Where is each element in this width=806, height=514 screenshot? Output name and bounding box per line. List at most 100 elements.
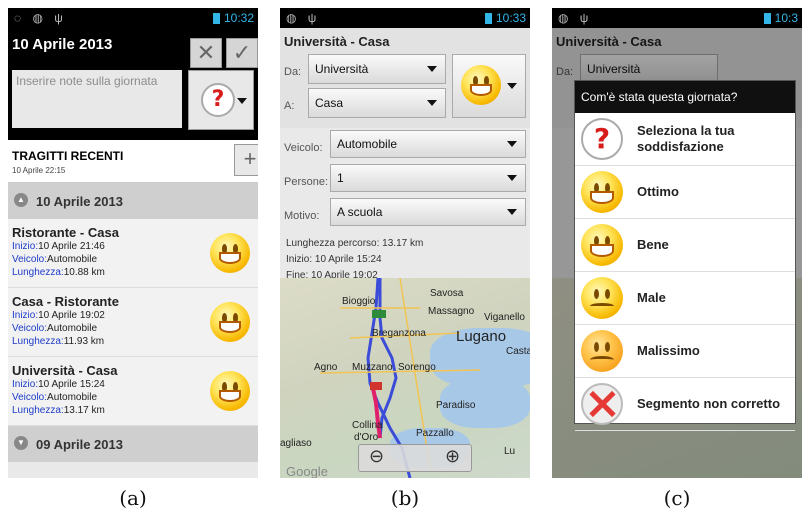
trip-start: Inizio:10 Aprile 21:46 — [12, 241, 105, 252]
screen-trip-detail: ◍ ψ 10:33 Università - Casa Da: Universi… — [280, 8, 530, 478]
dialog-title: Com'è stata questa giornata? — [575, 81, 795, 113]
mood-option[interactable]: Ottimo — [575, 166, 795, 219]
start-label: Inizio: — [12, 310, 39, 321]
smiley-smile-icon — [581, 224, 623, 266]
notification-icons: ◌ ◍ ψ — [14, 11, 67, 25]
map-label: Viganello — [484, 312, 525, 323]
recent-title: TRAGITTI RECENTI — [12, 149, 124, 163]
trip-start: Inizio:10 Aprile 19:02 — [12, 310, 105, 321]
caption-a: (a) — [119, 486, 147, 510]
map-label: Lugano — [456, 328, 507, 345]
zoom-out-icon[interactable]: ⊖ — [369, 446, 384, 467]
status-bar: ◌ ◍ ψ 10:32 — [8, 8, 258, 28]
zoom-control[interactable]: ⊖ ⊕ — [358, 444, 472, 472]
recent-trips-header: TRAGITTI RECENTI 10 Aprile 22:15 + — [8, 140, 258, 183]
mood-option[interactable]: ? Seleziona la tua soddisfazione — [575, 113, 795, 166]
route-map[interactable]: Savosa Bioggio Massagno Viganello Breganzona… — [280, 278, 530, 478]
smiley-big-grin-icon — [461, 65, 501, 105]
to-value: Casa — [315, 96, 344, 110]
close-icon: ✕ — [196, 40, 216, 65]
mood-dialog: Com'è stata questa giornata? ? Seleziona … — [574, 80, 796, 431]
vehicle-select[interactable]: Automobile — [330, 130, 526, 158]
from-value: Università — [315, 62, 369, 76]
question-icon: ? — [201, 83, 235, 117]
map-label: Sorengo — [398, 362, 436, 373]
smiley-big-grin-icon — [210, 233, 250, 273]
people-label: Persone: — [284, 176, 329, 188]
cancel-button[interactable]: ✕ — [190, 38, 222, 68]
mood-option-label: Bene — [637, 237, 669, 252]
map-label: Paradiso — [436, 400, 476, 411]
map-label: Google — [286, 464, 328, 478]
status-bar: ◍ ψ 10:33 — [280, 8, 530, 28]
trip-length: Lunghezza:10.88 km — [12, 267, 105, 278]
map-label: agliaso — [280, 438, 312, 449]
from-label: Da: — [284, 66, 302, 78]
zoom-in-icon[interactable]: ⊕ — [445, 446, 460, 467]
trip-start: Inizio: 10 Aprile 15:24 — [286, 254, 382, 265]
add-trip-button[interactable]: + — [234, 144, 258, 176]
length-value: 10.88 km — [63, 267, 105, 278]
map-label: Savosa — [430, 288, 464, 299]
mood-selector[interactable]: ? — [188, 70, 254, 130]
trip-title: Università - Casa — [284, 34, 390, 49]
start-label: Inizio: — [12, 241, 39, 252]
day-group-header[interactable]: ▼ 09 Aprile 2013 — [8, 426, 258, 462]
trip-vehicle: Veicolo:Automobile — [12, 323, 97, 334]
trip-list-item[interactable]: Università - Casa Inizio:10 Aprile 15:24 V… — [8, 357, 258, 426]
chevron-down-icon — [237, 98, 247, 104]
people-select[interactable]: 1 — [330, 164, 526, 192]
map-label: Casta — [506, 346, 530, 357]
mood-option[interactable]: Male — [575, 272, 795, 325]
recent-subtitle: 10 Aprile 22:15 — [12, 166, 66, 175]
smiley-angry-icon — [581, 330, 623, 372]
map-label: Collina — [352, 420, 383, 431]
length-label: Lunghezza: — [12, 336, 64, 347]
trip-vehicle: Veicolo:Automobile — [12, 392, 97, 403]
trip-length: Lunghezza:11.93 km — [12, 336, 104, 347]
people-value: 1 — [337, 171, 344, 185]
reason-value: A scuola — [337, 205, 383, 219]
map-label: d'Oro — [354, 432, 379, 443]
to-select[interactable]: Casa — [308, 88, 446, 118]
chevron-down-icon — [427, 100, 437, 106]
mood-option[interactable]: Malissimo — [575, 325, 795, 378]
mood-option-label: Male — [637, 290, 666, 305]
trip-title: Università - Casa — [12, 363, 118, 378]
vehicle-value: Automobile — [47, 323, 98, 334]
check-icon: ✓ — [232, 40, 252, 65]
reason-select[interactable]: A scuola — [330, 198, 526, 226]
map-label: Pazzallo — [416, 428, 454, 439]
question-icon: ? — [581, 118, 623, 160]
trip-header: Università - Casa Da: Università A: Casa — [280, 28, 530, 128]
trip-list-item[interactable]: Casa - Ristorante Inizio:10 Aprile 19:02 V… — [8, 288, 258, 357]
mood-option[interactable]: Bene — [575, 219, 795, 272]
mood-selector[interactable] — [452, 54, 526, 118]
mood-option-list: ? Seleziona la tua soddisfazione Ottimo Ben… — [575, 113, 795, 431]
vehicle-label: Veicolo: — [12, 323, 48, 334]
notification-icons: ◍ ψ — [286, 11, 321, 25]
start-label: Inizio: — [12, 379, 39, 390]
status-time: 10:3 — [774, 11, 798, 25]
day-header: 10 Aprile 2013 ✕ ✓ Inserire note sulla g… — [8, 28, 258, 140]
smiley-big-grin-icon — [581, 171, 623, 213]
from-select[interactable]: Università — [308, 54, 446, 84]
status-time: 10:32 — [223, 11, 254, 25]
day-notes-input[interactable]: Inserire note sulla giornata — [12, 70, 182, 128]
caption-c: (c) — [663, 486, 691, 510]
trip-length: Lunghezza:13.17 km — [12, 405, 105, 416]
smiley-sad-icon — [581, 277, 623, 319]
mood-option[interactable]: Segmento non corretto — [575, 378, 795, 431]
map-label: Agno — [314, 362, 338, 373]
length-label: Lunghezza: — [12, 405, 64, 416]
vehicle-value: Automobile — [47, 392, 98, 403]
trip-list: Ristorante - Casa Inizio:10 Aprile 21:46 V… — [8, 219, 258, 426]
mood-option-label: Segmento non corretto — [637, 396, 781, 411]
vehicle-value: Automobile — [337, 137, 398, 151]
day-group-header[interactable]: ▲ 10 Aprile 2013 — [8, 183, 258, 219]
confirm-button[interactable]: ✓ — [226, 38, 258, 68]
trip-list-item[interactable]: Ristorante - Casa Inizio:10 Aprile 21:46 V… — [8, 219, 258, 288]
chevron-down-icon: ▼ — [14, 436, 28, 450]
length-value: 11.93 km — [63, 336, 105, 347]
trip-vehicle: Veicolo:Automobile — [12, 254, 97, 265]
